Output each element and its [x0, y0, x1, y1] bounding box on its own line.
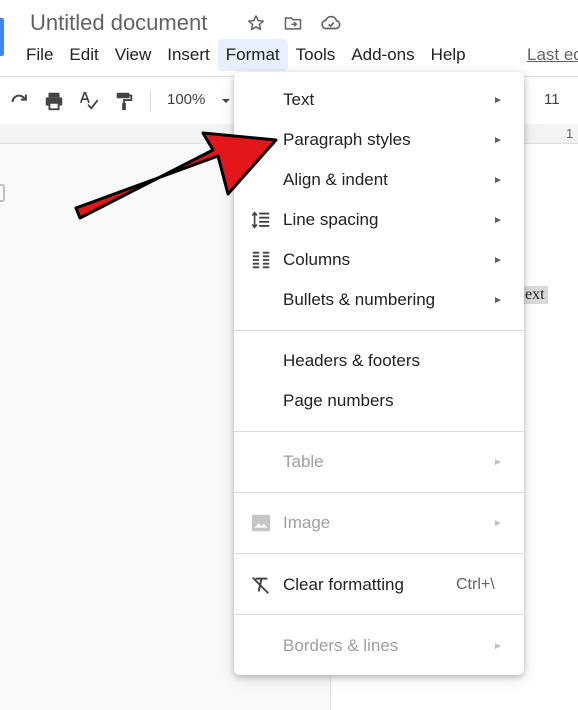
format-menu-line-spacing[interactable]: Line spacing ►	[234, 201, 524, 239]
format-menu-table: Table ►	[234, 443, 524, 481]
spellcheck-icon[interactable]	[78, 90, 100, 112]
menu-divider	[234, 330, 524, 331]
menu-item-label: Headers & footers	[283, 351, 421, 370]
format-menu-headers-footers[interactable]: Headers & footers	[234, 342, 524, 380]
menu-addons[interactable]: Add-ons	[343, 39, 422, 71]
docs-logo[interactable]	[0, 18, 4, 56]
submenu-arrow-icon: ►	[493, 214, 503, 226]
cloud-status-icon[interactable]	[320, 12, 342, 34]
zoom-select[interactable]: 100%	[167, 91, 205, 108]
outline-toggle-icon[interactable]	[0, 184, 5, 202]
menu-item-label: Table	[283, 452, 324, 471]
format-menu-text[interactable]: Text ►	[234, 81, 524, 119]
menu-item-label: Clear formatting	[283, 575, 404, 594]
menu-item-label: Borders & lines	[283, 636, 399, 655]
selected-body-text[interactable]: ext	[522, 286, 548, 304]
menu-divider	[234, 553, 524, 554]
format-menu-clear-formatting[interactable]: Clear formatting Ctrl+\	[234, 566, 524, 604]
menu-item-label: Bullets & numbering	[283, 290, 436, 309]
image-icon	[250, 512, 272, 534]
toolbar-divider	[150, 90, 151, 112]
submenu-arrow-icon: ►	[493, 134, 503, 146]
format-menu-image: Image ►	[234, 504, 524, 542]
redo-icon[interactable]	[8, 90, 30, 112]
columns-icon	[250, 249, 272, 271]
font-size-input[interactable]: 11	[544, 91, 560, 108]
submenu-arrow-icon: ►	[493, 294, 503, 306]
menu-divider	[234, 614, 524, 615]
line-spacing-icon	[250, 209, 272, 231]
format-menu-borders-lines: Borders & lines ►	[234, 627, 524, 665]
menu-item-label: Image	[283, 513, 331, 532]
menu-item-label: Columns	[283, 250, 351, 269]
menu-edit[interactable]: Edit	[61, 39, 106, 71]
menu-help[interactable]: Help	[423, 39, 474, 71]
star-icon[interactable]	[245, 12, 267, 34]
menu-format[interactable]: Format	[217, 39, 288, 71]
menu-divider	[234, 431, 524, 432]
format-menu-page-numbers[interactable]: Page numbers	[234, 382, 524, 420]
submenu-arrow-icon: ►	[493, 94, 503, 106]
last-edit-link[interactable]: Last ed	[527, 45, 578, 65]
menu-view[interactable]: View	[107, 39, 160, 71]
submenu-arrow-icon: ►	[493, 517, 503, 529]
clear-formatting-icon	[250, 574, 272, 596]
menu-bar: File Edit View Insert Format Tools Add-o…	[18, 38, 474, 72]
move-to-folder-icon[interactable]	[282, 12, 304, 34]
format-menu: Text ► Paragraph styles ► Align & indent…	[234, 72, 524, 675]
submenu-arrow-icon: ►	[493, 640, 503, 652]
menu-item-shortcut: Ctrl+\	[456, 576, 495, 593]
document-title[interactable]: Untitled document	[30, 10, 207, 36]
paint-format-icon[interactable]	[113, 90, 135, 112]
menu-insert[interactable]: Insert	[159, 39, 218, 71]
menu-tools[interactable]: Tools	[288, 39, 344, 71]
format-menu-bullets-numbering[interactable]: Bullets & numbering ►	[234, 281, 524, 319]
format-menu-paragraph-styles[interactable]: Paragraph styles ►	[234, 121, 524, 159]
submenu-arrow-icon: ►	[493, 254, 503, 266]
menu-item-label: Line spacing	[283, 210, 379, 229]
menu-divider	[234, 492, 524, 493]
format-menu-align-indent[interactable]: Align & indent ►	[234, 161, 524, 199]
ruler-number: 1	[566, 126, 574, 141]
menu-item-label: Text	[283, 90, 315, 109]
print-icon[interactable]	[43, 90, 65, 112]
menu-file[interactable]: File	[18, 39, 61, 71]
submenu-arrow-icon: ►	[493, 456, 503, 468]
format-menu-columns[interactable]: Columns ►	[234, 241, 524, 279]
menu-item-label: Align & indent	[283, 170, 388, 189]
menu-item-label: Page numbers	[283, 391, 394, 410]
submenu-arrow-icon: ►	[493, 174, 503, 186]
menu-item-label: Paragraph styles	[283, 130, 411, 149]
